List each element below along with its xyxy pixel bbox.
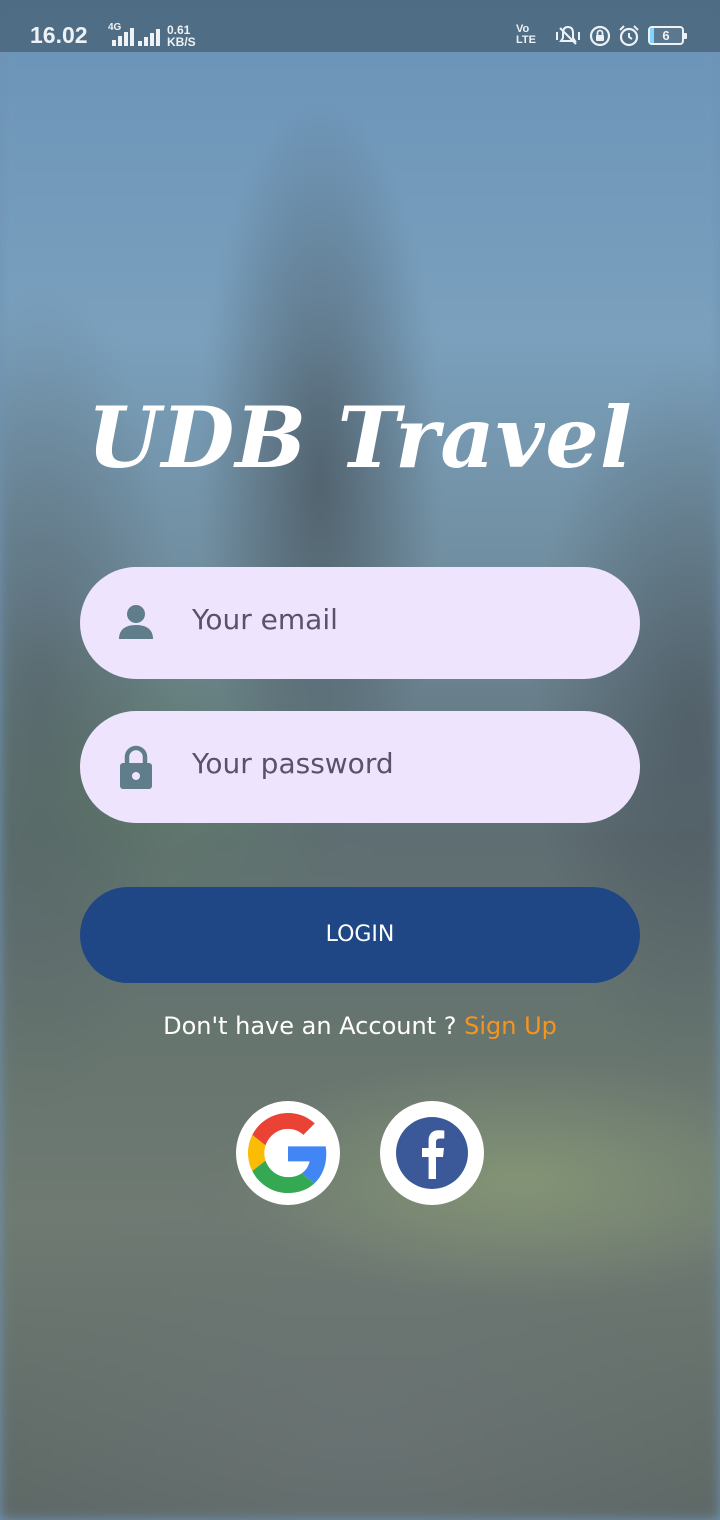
lock-icon: [120, 745, 152, 789]
signal-2-icon: [138, 28, 160, 46]
signal-1-icon: [112, 28, 134, 46]
battery-level-text: 6: [662, 28, 670, 43]
password-field[interactable]: Your password: [80, 711, 640, 823]
password-placeholder: Your password: [192, 747, 394, 780]
sign-up-link[interactable]: Sign Up: [464, 1012, 557, 1040]
email-field[interactable]: Your email: [80, 567, 640, 679]
login-screen: 16.02 4G 0.61 KB/S Vo LTE 6 UDB Travel Y…: [0, 0, 720, 1520]
google-icon: [248, 1113, 327, 1193]
rotation-lock-icon: [589, 25, 611, 47]
data-speed-unit: KB/S: [167, 35, 196, 49]
vibrate-icon: [556, 25, 580, 45]
alarm-icon: [619, 25, 639, 47]
volte-indicator: Vo LTE: [516, 24, 536, 46]
no-account-text: Don't have an Account ?: [163, 1012, 465, 1040]
battery-icon: 6: [648, 26, 687, 45]
status-bar: 16.02 4G 0.61 KB/S Vo LTE 6: [0, 0, 720, 52]
signup-prompt: Don't have an Account ? Sign Up: [0, 1012, 720, 1040]
google-login-button[interactable]: [236, 1101, 340, 1205]
app-title: UDB Travel: [87, 388, 633, 487]
status-time: 16.02: [30, 22, 88, 48]
facebook-icon: [396, 1117, 468, 1189]
person-icon: [119, 605, 153, 639]
volte-bottom-label: LTE: [516, 34, 536, 46]
facebook-login-button[interactable]: [380, 1101, 484, 1205]
login-button[interactable]: LOGIN: [80, 887, 640, 983]
email-placeholder: Your email: [192, 603, 338, 636]
data-speed: 0.61 KB/S: [167, 24, 196, 48]
